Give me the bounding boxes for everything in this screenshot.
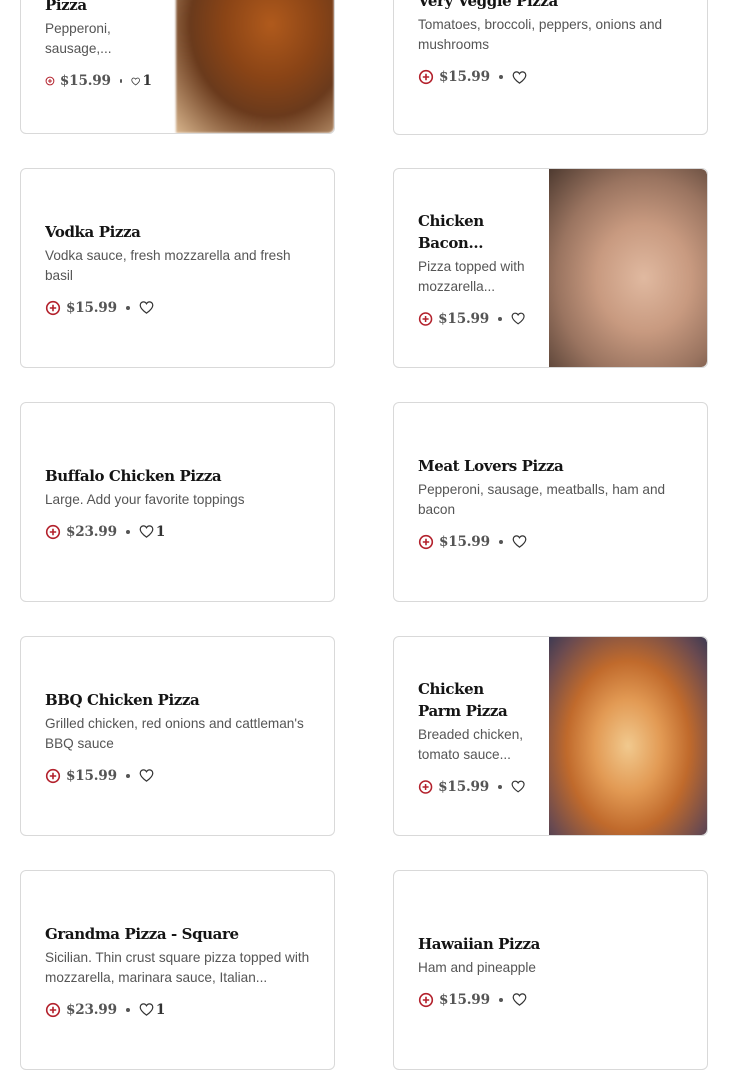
item-price: $15.99	[66, 767, 117, 784]
separator-dot	[125, 1007, 130, 1012]
separator-dot	[498, 997, 503, 1002]
heart-outline-icon[interactable]	[139, 768, 154, 783]
item-name: Grandma Pizza - Square	[45, 924, 239, 943]
item-description: Vodka sauce, fresh mozzarella and fresh …	[45, 247, 291, 283]
heart-outline-icon[interactable]	[139, 1002, 154, 1017]
plus-circle-icon[interactable]	[45, 73, 55, 89]
item-name: Hawaiian Pizza	[418, 934, 540, 953]
menu-item-card[interactable]: Chicken Bacon Ranc... Pizza topped with …	[393, 168, 708, 368]
menu-item-card[interactable]: BBQ Chicken Pizza Grilled chicken, red o…	[20, 636, 335, 836]
item-price: $15.99	[439, 991, 490, 1008]
item-description: Pizza topped with mozzarella...	[418, 258, 525, 294]
pizza-photo	[176, 0, 334, 133]
separator-dot	[498, 75, 503, 79]
plus-circle-icon[interactable]	[45, 524, 61, 540]
plus-circle-icon[interactable]	[45, 768, 61, 784]
heart-outline-icon[interactable]	[139, 300, 154, 315]
plus-circle-icon[interactable]	[418, 534, 434, 550]
item-price: $15.99	[439, 533, 490, 550]
menu-item-card[interactable]: Buffalo Chicken Pizza Large. Add your fa…	[20, 402, 335, 602]
plus-circle-icon[interactable]	[418, 69, 434, 85]
heart-outline-icon[interactable]	[511, 311, 525, 326]
item-name: Chicken Bacon Ranc...	[418, 211, 484, 252]
separator-dot	[125, 773, 130, 778]
heart-outline-icon[interactable]	[512, 70, 527, 85]
heart-outline-icon[interactable]	[511, 779, 525, 794]
like-count: 1	[155, 523, 166, 540]
item-description: Ham and pineapple	[418, 959, 536, 975]
menu-item-card[interactable]: Chicken Parm Pizza Breaded chicken, toma…	[393, 636, 708, 836]
pizza-photo	[549, 169, 707, 367]
like-count: 1	[142, 73, 152, 89]
separator-dot	[125, 305, 130, 310]
plus-circle-icon[interactable]	[45, 1002, 61, 1018]
menu-item-card[interactable]: Grandma Pizza - Square Sicilian. Thin cr…	[20, 870, 335, 1070]
item-description: Grilled chicken, red onions and cattlema…	[45, 715, 304, 751]
separator-dot	[498, 784, 502, 789]
item-name: Pizza	[45, 0, 87, 14]
item-price: $23.99	[66, 523, 117, 540]
item-description: Large. Add your favorite toppings	[45, 491, 245, 507]
item-name: Very Veggie Pizza	[418, 0, 558, 10]
item-price: $15.99	[438, 778, 489, 795]
separator-dot	[498, 316, 502, 321]
heart-outline-icon[interactable]	[512, 992, 527, 1007]
plus-circle-icon[interactable]	[418, 992, 434, 1008]
item-description: Pepperoni, sausage, meatballs, ham and b…	[418, 481, 666, 517]
separator-dot	[119, 79, 123, 83]
item-name: Buffalo Chicken Pizza	[45, 466, 222, 485]
item-name: BBQ Chicken Pizza	[45, 690, 200, 709]
heart-outline-icon[interactable]	[139, 524, 154, 539]
pizza-photo	[549, 637, 707, 835]
item-name: Vodka Pizza	[45, 222, 141, 241]
item-price: $15.99	[438, 310, 489, 327]
plus-circle-icon[interactable]	[418, 779, 433, 795]
like-count: 1	[155, 1001, 166, 1018]
heart-outline-icon[interactable]	[512, 534, 527, 549]
plus-circle-icon[interactable]	[418, 311, 433, 327]
menu-item-card[interactable]: Pizza Pepperoni, sausage,... $15.99 1	[20, 0, 335, 134]
item-description: Sicilian. Thin crust square pizza topped…	[45, 949, 310, 985]
item-price: $15.99	[66, 299, 117, 316]
item-name: Meat Lovers Pizza	[418, 456, 564, 475]
item-description: Breaded chicken, tomato sauce...	[418, 726, 524, 762]
menu-item-card[interactable]: Meat Lovers Pizza Pepperoni, sausage, me…	[393, 402, 708, 602]
item-description: Tomatoes, broccoli, peppers, onions and …	[418, 17, 663, 52]
menu-item-card[interactable]: Hawaiian Pizza Ham and pineapple $15.99	[393, 870, 708, 1070]
menu-item-card[interactable]: Very Veggie Pizza Tomatoes, broccoli, pe…	[393, 0, 708, 135]
item-description: Pepperoni, sausage,...	[45, 21, 112, 56]
separator-dot	[498, 539, 503, 544]
separator-dot	[125, 529, 130, 534]
plus-circle-icon[interactable]	[45, 300, 61, 316]
item-name: Chicken Parm Pizza	[418, 679, 508, 720]
heart-outline-icon[interactable]	[131, 74, 141, 89]
item-price: $23.99	[66, 1001, 117, 1018]
menu-item-card[interactable]: Vodka Pizza Vodka sauce, fresh mozzarell…	[20, 168, 335, 368]
item-price: $15.99	[59, 73, 111, 89]
item-price: $15.99	[439, 69, 490, 85]
